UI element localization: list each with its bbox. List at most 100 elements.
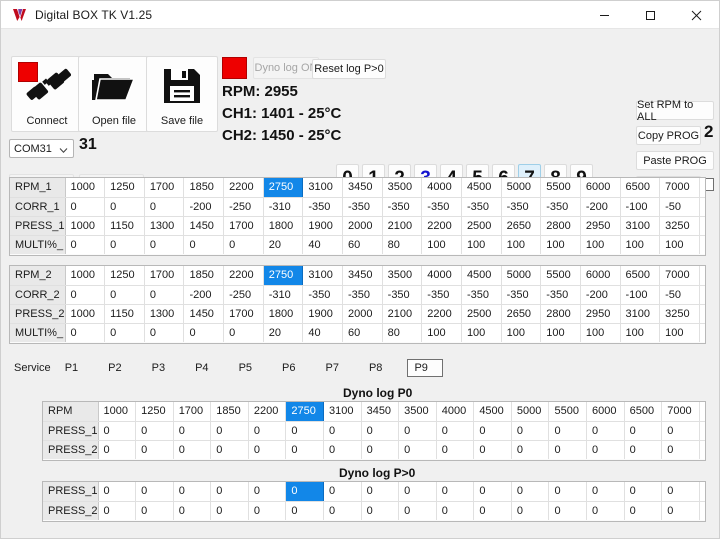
cell[interactable]: 0 <box>398 440 437 459</box>
close-icon[interactable] <box>673 1 719 29</box>
cell[interactable]: 0 <box>436 440 475 459</box>
cell[interactable]: 100 <box>421 235 462 254</box>
cell[interactable]: 0 <box>173 421 212 441</box>
cell[interactable]: 0 <box>398 421 437 441</box>
cell[interactable]: 0 <box>511 482 550 502</box>
cell[interactable]: 0 <box>248 501 287 520</box>
cell[interactable]: -200 <box>580 285 621 305</box>
cell[interactable]: 0 <box>104 323 145 342</box>
cell[interactable]: 7000 <box>661 402 700 422</box>
cell[interactable]: 80 <box>382 235 423 254</box>
cell[interactable]: 2800 <box>540 216 581 236</box>
cell[interactable]: 7000 <box>659 178 700 198</box>
service-tab-p7[interactable]: P7 <box>321 359 344 377</box>
cell[interactable]: 0 <box>624 501 663 520</box>
set-rpm-to-all-button[interactable]: Set RPM to ALL <box>636 99 714 123</box>
service-tab-p5[interactable]: P5 <box>234 359 257 377</box>
cell[interactable]: -350 <box>302 197 344 217</box>
cell[interactable]: 2500 <box>461 304 502 324</box>
cell[interactable]: -50 <box>659 285 700 305</box>
cell[interactable]: 0 <box>104 235 145 254</box>
cell[interactable]: 4000 <box>421 178 462 198</box>
cell[interactable]: 1000 <box>98 402 137 422</box>
cell[interactable]: 0 <box>65 285 106 305</box>
cell[interactable]: 0 <box>398 482 437 502</box>
cell[interactable]: 4500 <box>461 178 502 198</box>
cell[interactable]: -100 <box>620 197 661 217</box>
cell[interactable]: 1000 <box>65 178 106 198</box>
service-tab-p3[interactable]: P3 <box>147 359 170 377</box>
cell[interactable]: 3500 <box>382 178 423 198</box>
service-tab-p8[interactable]: P8 <box>364 359 387 377</box>
cell[interactable]: 0 <box>98 440 137 459</box>
cell[interactable]: 0 <box>436 421 475 441</box>
cell[interactable]: 1150 <box>104 216 145 236</box>
cell[interactable]: 60 <box>342 323 383 342</box>
cell[interactable]: 0 <box>285 501 324 520</box>
cell[interactable]: 0 <box>436 501 475 520</box>
cell[interactable]: 6500 <box>620 266 661 286</box>
cell[interactable]: -350 <box>540 285 581 305</box>
cell[interactable]: 100 <box>501 323 542 342</box>
cell[interactable]: 0 <box>511 440 550 459</box>
cell[interactable]: 40 <box>302 235 344 254</box>
open-file-button[interactable]: Open file <box>78 56 150 132</box>
cell[interactable]: 0 <box>361 440 400 459</box>
cell[interactable]: 3500 <box>398 402 437 422</box>
cell[interactable]: 1300 <box>144 304 185 324</box>
cell[interactable]: 2500 <box>461 216 502 236</box>
cell[interactable]: 0 <box>210 501 249 520</box>
paste-prog-button[interactable]: Paste PROG <box>636 151 714 170</box>
cell[interactable]: 0 <box>223 323 264 342</box>
cell[interactable]: 2750 <box>263 266 304 286</box>
cell[interactable]: 6000 <box>586 402 625 422</box>
cell[interactable]: 1900 <box>302 216 344 236</box>
cell[interactable]: 0 <box>661 482 700 502</box>
cell[interactable]: 2750 <box>263 178 304 198</box>
cell[interactable]: 3100 <box>620 304 661 324</box>
service-tab-p4[interactable]: P4 <box>190 359 213 377</box>
cell[interactable]: 3100 <box>302 178 344 198</box>
cell[interactable]: 2200 <box>248 402 287 422</box>
program-1-table[interactable]: RPM_1 1000 1250 1700 1850 2200 2750 3100 3450 350… <box>10 178 705 254</box>
cell[interactable]: 2200 <box>223 266 264 286</box>
cell[interactable]: 3450 <box>361 402 400 422</box>
cell[interactable]: 2000 <box>342 216 383 236</box>
cell[interactable]: 3100 <box>323 402 362 422</box>
cell[interactable]: 100 <box>461 235 502 254</box>
service-tab-p1[interactable]: P1 <box>60 359 83 377</box>
cell[interactable]: 0 <box>361 482 400 502</box>
service-tab-p6[interactable]: P6 <box>277 359 300 377</box>
cell[interactable]: 1000 <box>65 266 106 286</box>
service-tab-p9[interactable]: P9 <box>407 359 443 377</box>
cell[interactable]: 1250 <box>104 266 145 286</box>
cell[interactable]: 2950 <box>580 216 621 236</box>
cell[interactable]: 0 <box>65 235 106 254</box>
cell[interactable]: 3100 <box>620 216 661 236</box>
cell[interactable]: 0 <box>548 501 588 520</box>
cell[interactable]: 60 <box>342 235 383 254</box>
dyno-log-p0-table[interactable]: RPM 1000 1250 1700 1850 2200 2750 3100 3450 3500 4… <box>43 402 705 459</box>
cell[interactable]: -350 <box>382 285 423 305</box>
cell[interactable]: 6000 <box>580 178 621 198</box>
cell[interactable]: -350 <box>421 197 462 217</box>
cell[interactable]: -250 <box>223 197 264 217</box>
cell[interactable]: 4000 <box>436 402 475 422</box>
cell[interactable]: 0 <box>248 421 287 441</box>
cell[interactable]: 0 <box>661 440 700 459</box>
cell[interactable]: 0 <box>285 482 324 502</box>
cell[interactable]: 0 <box>624 482 663 502</box>
cell[interactable]: 100 <box>659 235 700 254</box>
cell[interactable]: 1450 <box>183 216 225 236</box>
cell[interactable]: 0 <box>586 440 625 459</box>
cell[interactable]: -350 <box>421 285 462 305</box>
reset-log-button[interactable]: Reset log P>0 <box>312 59 386 79</box>
cell[interactable]: 0 <box>586 482 625 502</box>
cell[interactable]: 100 <box>461 323 502 342</box>
copy-prog-button[interactable]: Copy PROG <box>636 126 701 145</box>
cell[interactable]: 0 <box>210 482 249 502</box>
cell[interactable]: 1700 <box>223 216 264 236</box>
cell[interactable]: -350 <box>382 197 423 217</box>
cell[interactable]: 1700 <box>144 266 185 286</box>
cell[interactable]: -350 <box>501 285 542 305</box>
